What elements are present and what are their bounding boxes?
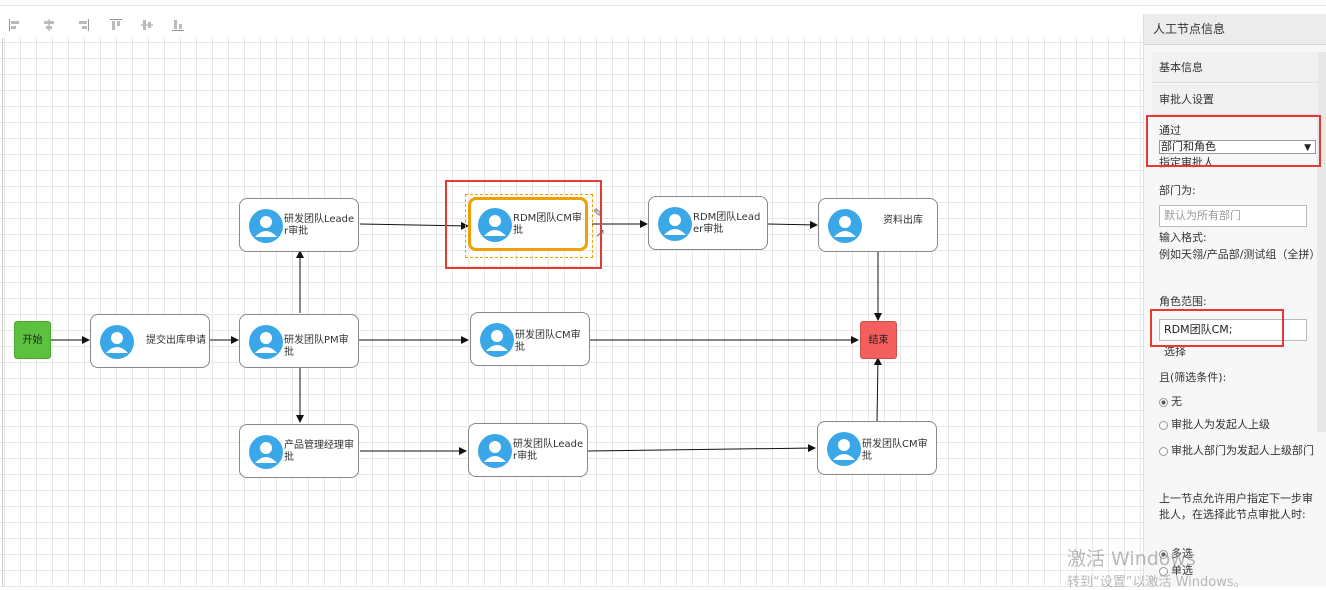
user-avatar-icon: [480, 323, 514, 357]
format-label: 输入格式:: [1159, 231, 1207, 244]
align-middle-icon[interactable]: [141, 19, 153, 31]
flow-node-pm-manager[interactable]: 产品管理经理审批: [239, 424, 359, 478]
flow-node-rd-leader-top[interactable]: 研发团队Leader审批: [239, 198, 359, 252]
radio-icon[interactable]: [1159, 446, 1168, 456]
flow-node-rd-pm[interactable]: 研发团队PM审批: [239, 314, 359, 368]
filter-option-label: 审批人为发起人上级: [1171, 418, 1270, 431]
filter-option-none[interactable]: 无: [1159, 394, 1182, 410]
node-label: 研发团队Leader审批: [513, 439, 584, 462]
radio-icon[interactable]: [1159, 420, 1168, 430]
align-toolbar: [0, 10, 1143, 38]
node-label: 提交出库申请: [146, 335, 206, 346]
activation-watermark-subtitle: 转到“设置”以激活 Windows。: [1067, 575, 1247, 590]
user-avatar-icon: [100, 325, 134, 359]
align-center-icon[interactable]: [43, 19, 55, 31]
panel-title: 人工节点信息: [1144, 14, 1326, 45]
radio-checked-icon[interactable]: [1159, 397, 1168, 407]
flow-canvas[interactable]: 开始 结束 提交出库申请 研发团队PM审批 研发团队Leader审批 RDM团队…: [0, 38, 1143, 587]
flow-node-rd-leader-bottom[interactable]: 研发团队Leader审批: [468, 423, 588, 477]
filter-option-superior[interactable]: 审批人为发起人上级: [1159, 417, 1270, 433]
filter-option-dept-superior[interactable]: 审批人部门为发起人上级部门: [1159, 443, 1317, 459]
section-basic-info[interactable]: 基本信息: [1152, 52, 1318, 83]
align-top-icon[interactable]: [110, 19, 122, 31]
highlight-box-role: [1150, 309, 1284, 347]
highlight-box-node: [445, 180, 602, 269]
edge-leader-cm: [587, 444, 816, 453]
user-avatar-icon: [827, 432, 861, 466]
flow-node-rd-cm-bottom[interactable]: 研发团队CM审批: [817, 421, 937, 475]
end-node[interactable]: 结束: [860, 321, 897, 359]
section-approver-settings[interactable]: 审批人设置: [1152, 84, 1318, 115]
node-label: 研发团队Leader审批: [284, 214, 355, 237]
next-step-note: 上一节点允许用户指定下一步审批人，在选择此节点审批人时:: [1159, 492, 1313, 521]
filter-label: 且(筛选条件):: [1159, 371, 1227, 384]
edge-rdmleader-release: [767, 220, 818, 229]
node-label: 研发团队PM审批: [284, 335, 349, 358]
user-avatar-icon: [249, 435, 283, 469]
department-label: 部门为:: [1159, 184, 1196, 197]
flow-node-release[interactable]: 资料出库: [818, 198, 938, 252]
edge-cm-end-bottom: [873, 357, 882, 423]
format-example: 例如天翎/产品部/测试组（全拼）: [1159, 248, 1321, 261]
filter-option-label: 无: [1171, 395, 1182, 408]
start-node[interactable]: 开始: [14, 321, 51, 359]
flow-node-rdm-leader[interactable]: RDM团队Leader审批: [648, 196, 768, 250]
node-label: 研发团队CM审批: [862, 439, 928, 462]
filter-option-label: 审批人部门为发起人上级部门: [1171, 444, 1314, 457]
align-bottom-icon[interactable]: [172, 19, 184, 31]
node-label: RDM团队Leader审批: [693, 212, 761, 235]
user-avatar-icon: [828, 209, 862, 243]
node-label: 资料出库: [883, 215, 923, 226]
highlight-box-via: [1146, 115, 1321, 167]
panel-scrollbar[interactable]: [1317, 52, 1326, 432]
department-input[interactable]: 默认为所有部门: [1159, 205, 1307, 227]
align-right-icon[interactable]: [77, 19, 89, 31]
flow-node-submit[interactable]: 提交出库申请: [90, 314, 210, 368]
activation-watermark-title: 激活 Windows: [1067, 548, 1196, 570]
flow-node-rd-cm-mid[interactable]: 研发团队CM审批: [470, 312, 590, 366]
top-divider: [0, 5, 1326, 6]
node-properties-panel: 人工节点信息 基本信息 审批人设置 通过 部门和角色 ▼ 指定审批人 部门为: …: [1143, 14, 1326, 587]
node-label: 产品管理经理审批: [284, 440, 354, 463]
user-avatar-icon: [478, 434, 512, 468]
role-scope-label: 角色范围:: [1159, 295, 1207, 308]
align-left-icon[interactable]: [9, 19, 21, 31]
user-avatar-icon: [658, 207, 692, 241]
node-label: 研发团队CM审批: [515, 330, 581, 353]
user-avatar-icon: [249, 325, 283, 359]
user-avatar-icon: [249, 209, 283, 243]
